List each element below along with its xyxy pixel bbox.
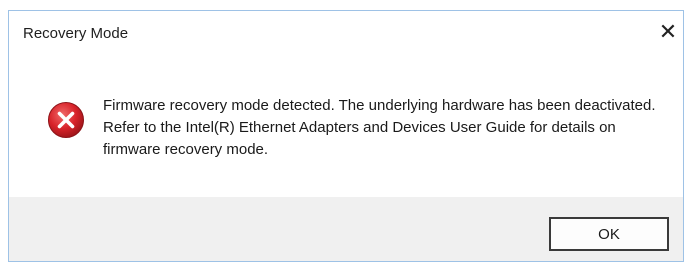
title-bar: Recovery Mode ✕ (9, 11, 683, 57)
close-button[interactable]: ✕ (653, 17, 683, 47)
dialog-footer: OK (9, 197, 683, 261)
error-icon (48, 102, 84, 138)
dialog-title: Recovery Mode (23, 25, 129, 42)
dialog-content: Firmware recovery mode detected. The und… (9, 57, 683, 197)
close-icon: ✕ (658, 19, 678, 44)
recovery-mode-dialog: Recovery Mode ✕ Firmware recovery mode d… (8, 10, 684, 262)
ok-button[interactable]: OK (549, 217, 669, 251)
error-message: Firmware recovery mode detected. The und… (103, 97, 656, 158)
